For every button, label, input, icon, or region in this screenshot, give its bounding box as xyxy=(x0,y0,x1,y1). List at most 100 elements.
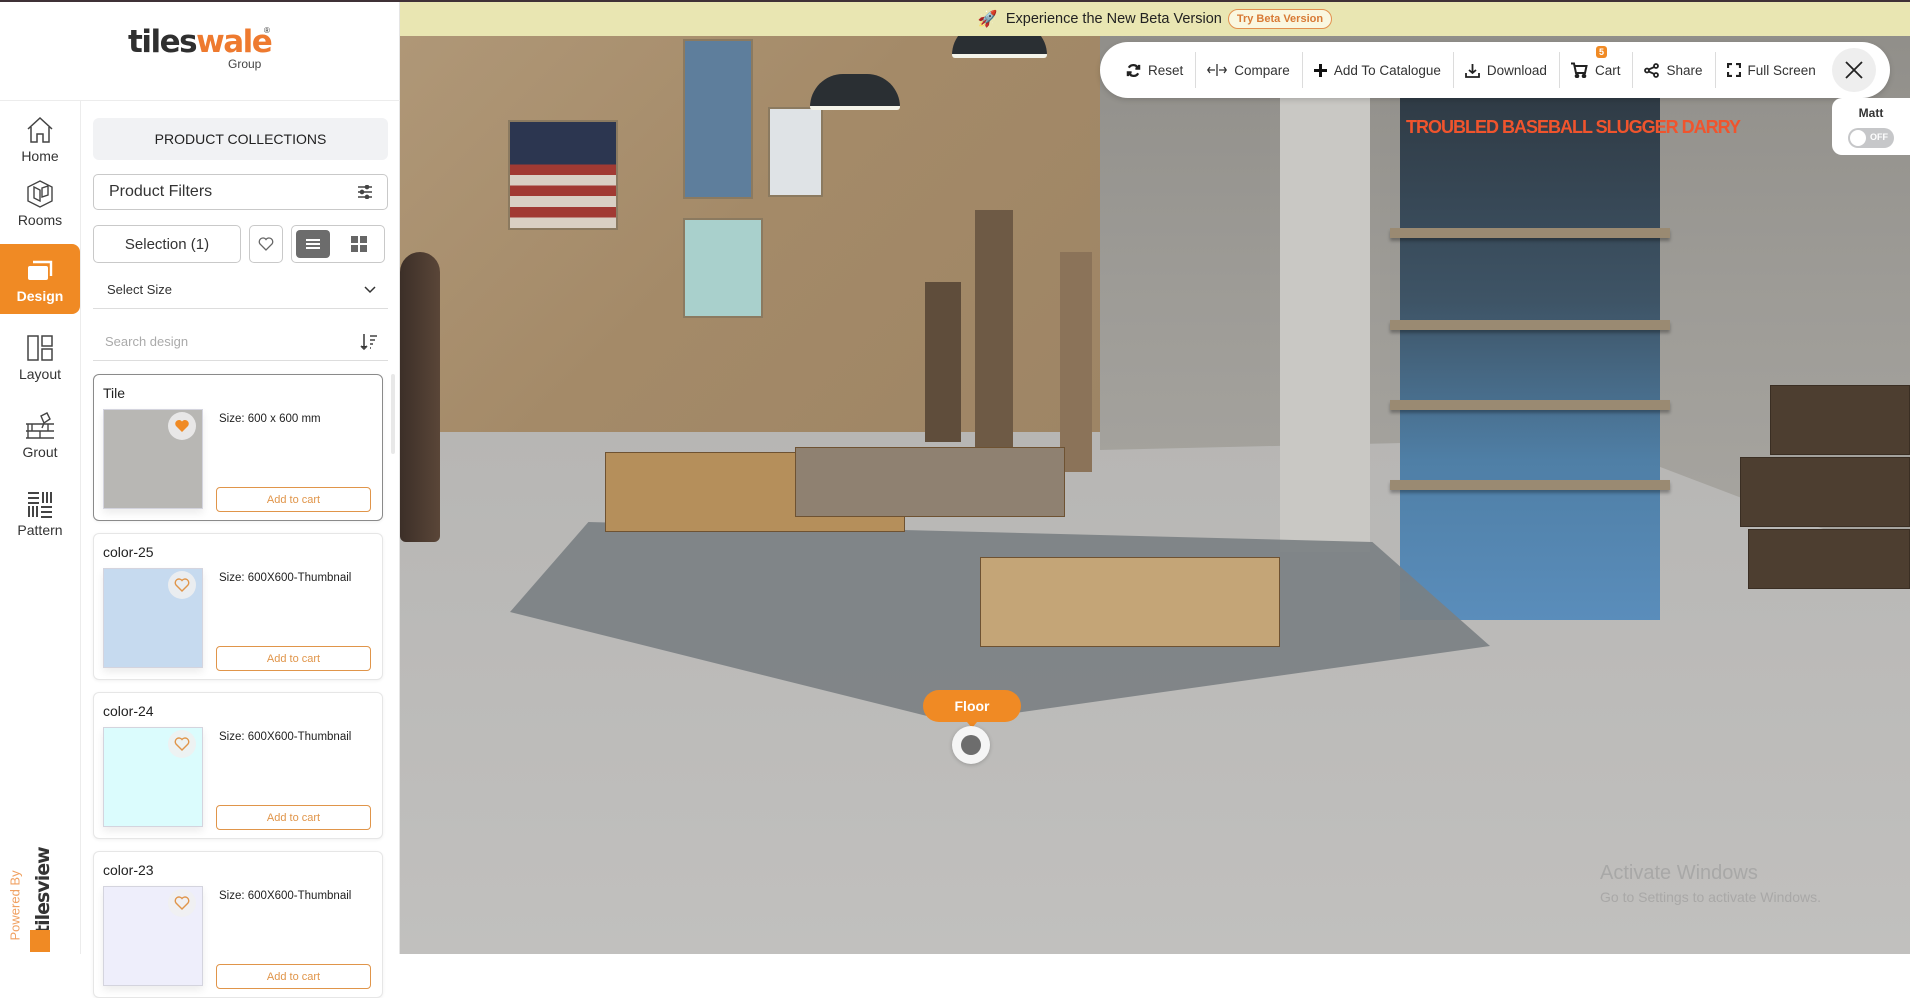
add-to-cart-button[interactable]: Add to cart xyxy=(216,487,371,512)
shelf xyxy=(1390,228,1670,238)
favorite-button[interactable] xyxy=(168,412,196,440)
home-icon xyxy=(27,116,53,143)
nav-label: Rooms xyxy=(17,212,63,228)
watermark-subtitle: Go to Settings to activate Windows. xyxy=(1600,889,1821,905)
nav-item-design[interactable]: Design xyxy=(0,244,80,314)
list-view-button[interactable] xyxy=(296,230,330,258)
add-to-cart-button[interactable]: Add to cart xyxy=(216,646,371,671)
brand-logo[interactable]: tileswale ® Group xyxy=(0,2,400,101)
scene-toolbar: Reset Compare Add To Catalogue Download … xyxy=(1100,42,1890,98)
wood-pillar xyxy=(975,210,1013,460)
wood-pillar xyxy=(1060,252,1092,472)
room-visualizer-canvas[interactable]: TROUBLED BASEBALL SLUGGER DARRY 🚀 Experi… xyxy=(400,2,1910,954)
add-to-cart-button[interactable]: Add to cart xyxy=(216,964,371,989)
brand-name-part1: tiles xyxy=(128,24,198,60)
flag-poster xyxy=(508,120,618,230)
share-label: Share xyxy=(1666,62,1703,78)
nav-label: Design xyxy=(16,288,64,304)
scrollbar[interactable] xyxy=(391,374,395,454)
street-sign-text: TROUBLED BASEBALL SLUGGER DARRY xyxy=(1406,117,1741,137)
grid-icon xyxy=(351,236,367,252)
beta-banner: 🚀 Experience the New Beta Version Try Be… xyxy=(400,2,1910,36)
watermark-title: Activate Windows xyxy=(1600,862,1758,884)
product-card[interactable]: color-24 Size: 600X600-Thumbnail Add to … xyxy=(93,692,383,839)
product-title: Tile xyxy=(103,385,126,401)
favorite-button[interactable] xyxy=(168,730,196,758)
search-bar xyxy=(93,323,388,361)
add-to-cart-button[interactable]: Add to cart xyxy=(216,805,371,830)
product-title: color-23 xyxy=(103,862,154,878)
close-button[interactable] xyxy=(1831,48,1876,92)
reset-button[interactable]: Reset xyxy=(1114,42,1195,98)
view-mode-toggle xyxy=(291,225,385,263)
sort-icon[interactable] xyxy=(360,333,378,351)
selection-button[interactable]: Selection (1) xyxy=(93,225,241,263)
chevron-down-icon xyxy=(364,286,376,294)
search-design-input[interactable] xyxy=(93,323,333,359)
heart-outline-icon xyxy=(174,737,190,751)
grout-icon xyxy=(26,412,54,439)
compare-label: Compare xyxy=(1234,62,1290,78)
hotspot-dot xyxy=(961,735,981,755)
heart-outline-icon xyxy=(258,237,274,251)
full-screen-button[interactable]: Full Screen xyxy=(1714,42,1828,98)
nav-item-grout[interactable]: Grout xyxy=(0,400,80,470)
product-size: Size: 600X600-Thumbnail xyxy=(219,572,352,584)
grid-view-button[interactable] xyxy=(342,230,376,258)
cart-count-badge: 5 xyxy=(1595,46,1607,58)
try-beta-button[interactable]: Try Beta Version xyxy=(1227,9,1333,29)
compare-arrows-icon xyxy=(1207,64,1228,76)
window-top-border xyxy=(0,0,1910,2)
life-is-good-poster xyxy=(683,39,753,199)
favorites-button[interactable] xyxy=(249,225,283,263)
compare-button[interactable]: Compare xyxy=(1195,42,1302,98)
add-to-catalogue-button[interactable]: Add To Catalogue xyxy=(1301,42,1453,98)
favorite-button[interactable] xyxy=(168,889,196,917)
layout-icon xyxy=(27,335,53,361)
heart-outline-icon xyxy=(174,896,190,910)
floor-surface-tag[interactable]: Floor xyxy=(923,690,1021,728)
beta-banner-text: Experience the New Beta Version xyxy=(1005,11,1222,27)
design-panel: PRODUCT COLLECTIONS Product Filters Sele… xyxy=(93,101,395,998)
pattern-icon xyxy=(28,492,52,518)
floor-hotspot[interactable] xyxy=(952,726,990,764)
left-panel: tileswale ® Group Home Rooms Design Layo… xyxy=(0,0,400,998)
heart-filled-icon xyxy=(175,420,189,432)
shelf xyxy=(1390,320,1670,330)
finish-label: Matt xyxy=(1858,106,1884,120)
matt-toggle-switch[interactable]: OFF xyxy=(1848,128,1894,148)
nav-label: Layout xyxy=(18,366,62,382)
share-icon xyxy=(1644,62,1660,78)
crate xyxy=(1740,457,1910,527)
side-nav: Home Rooms Design Layout Grout Pattern P… xyxy=(0,101,81,954)
cart-button[interactable]: Cart 5 xyxy=(1558,42,1633,98)
heart-outline-icon xyxy=(174,578,190,592)
shelf xyxy=(1390,480,1670,490)
product-filters-label: Product Filters xyxy=(109,183,213,200)
download-button[interactable]: Download xyxy=(1452,42,1559,98)
pallet xyxy=(980,557,1280,647)
close-icon xyxy=(1845,61,1863,79)
toggle-knob xyxy=(1850,130,1866,146)
popcorn-poster xyxy=(768,107,823,197)
reset-label: Reset xyxy=(1148,62,1184,78)
product-size: Size: 600 x 600 mm xyxy=(219,413,321,425)
wood-pillar xyxy=(925,282,961,442)
favorite-button[interactable] xyxy=(168,571,196,599)
select-size-dropdown[interactable]: Select Size xyxy=(93,271,388,309)
product-filters-button[interactable]: Product Filters xyxy=(93,174,388,210)
nav-item-layout[interactable]: Layout xyxy=(0,322,80,392)
product-card[interactable]: color-25 Size: 600X600-Thumbnail Add to … xyxy=(93,533,383,680)
share-button[interactable]: Share xyxy=(1632,42,1714,98)
nav-item-pattern[interactable]: Pattern xyxy=(0,478,80,548)
pallet xyxy=(795,447,1065,517)
product-collections-button[interactable]: PRODUCT COLLECTIONS xyxy=(93,118,388,160)
brick-column xyxy=(1280,62,1370,552)
product-card[interactable]: color-23 Size: 600X600-Thumbnail Add to … xyxy=(93,851,383,998)
nav-item-home[interactable]: Home xyxy=(0,104,80,174)
product-card[interactable]: Tile Size: 600 x 600 mm Add to cart xyxy=(93,374,383,521)
nav-label: Grout xyxy=(22,444,58,460)
nav-item-rooms[interactable]: Rooms xyxy=(0,168,80,238)
rocket-icon: 🚀 xyxy=(977,11,998,28)
fullscreen-icon xyxy=(1726,63,1741,77)
